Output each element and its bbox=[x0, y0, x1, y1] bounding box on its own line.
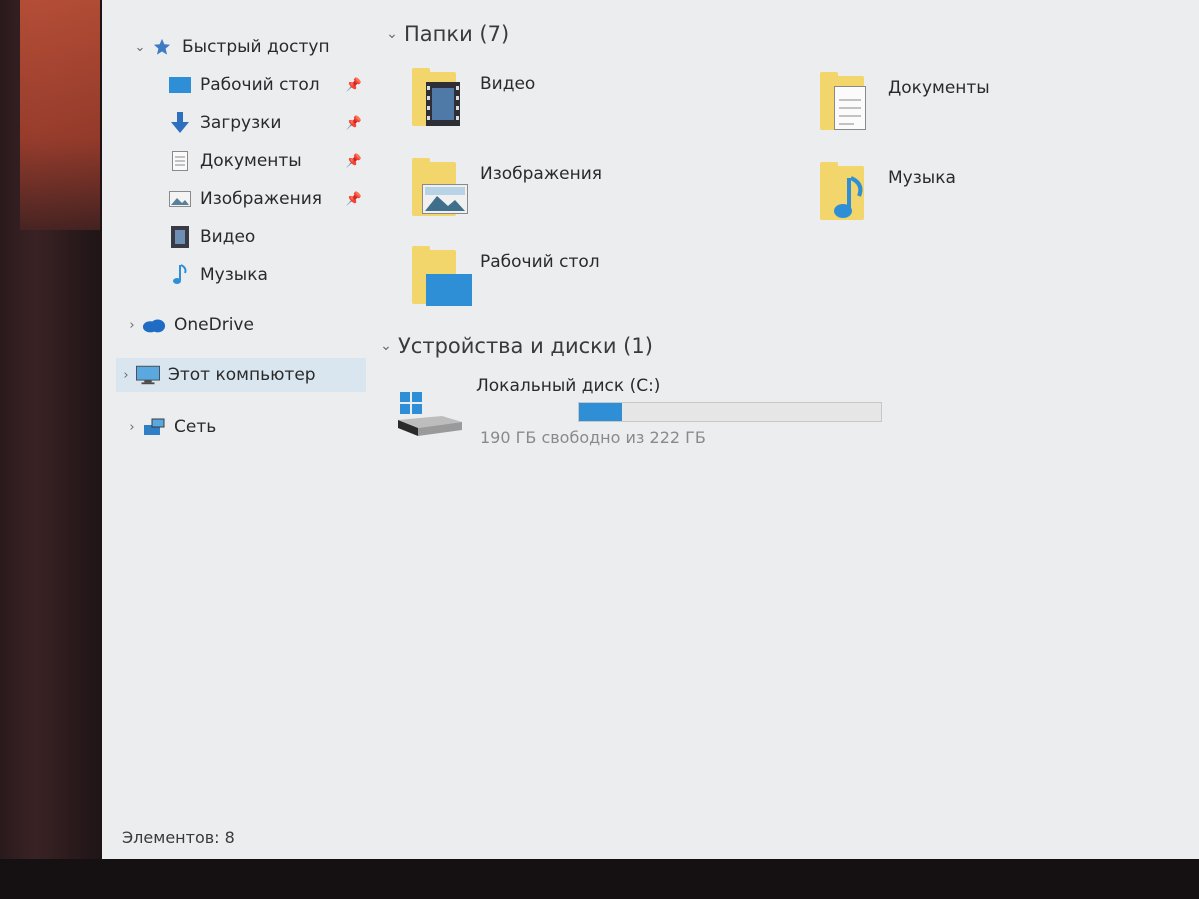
nav-label: Рабочий стол bbox=[200, 75, 320, 95]
folder-icon bbox=[412, 246, 472, 306]
drive-icon bbox=[398, 376, 466, 440]
nav-this-pc[interactable]: › Этот компьютер bbox=[116, 358, 366, 392]
nav-label: Сеть bbox=[174, 417, 217, 437]
drive-usage-bar bbox=[578, 402, 882, 422]
chevron-down-icon[interactable]: ⌄ bbox=[380, 26, 404, 42]
nav-label: Видео bbox=[200, 227, 256, 247]
folder-label: Рабочий стол bbox=[480, 252, 600, 272]
pin-icon[interactable]: 📌 bbox=[346, 154, 362, 169]
folder-icon bbox=[820, 162, 868, 220]
nav-item-pictures[interactable]: Изображения 📌 bbox=[168, 182, 368, 216]
nav-item-videos[interactable]: Видео bbox=[168, 220, 368, 254]
chevron-right-icon[interactable]: › bbox=[122, 420, 142, 435]
nav-item-documents[interactable]: Документы 📌 bbox=[168, 144, 368, 178]
document-icon bbox=[834, 86, 866, 134]
nav-label: Изображения bbox=[200, 189, 323, 209]
nav-label: Этот компьютер bbox=[168, 365, 316, 385]
drive-usage-fill bbox=[579, 403, 623, 421]
nav-label: Документы bbox=[200, 151, 302, 171]
computer-icon bbox=[136, 365, 160, 385]
group-title: Устройства и диски (1) bbox=[398, 334, 653, 358]
folder-icon bbox=[820, 72, 868, 130]
chevron-down-icon[interactable]: ⌄ bbox=[130, 40, 150, 55]
pin-icon[interactable]: 📌 bbox=[346, 78, 362, 93]
status-bar-item-count: Элементов: 8 bbox=[122, 828, 235, 847]
folder-tile-pictures[interactable]: Изображения bbox=[412, 158, 602, 216]
folder-tile-documents[interactable]: Документы bbox=[820, 72, 990, 130]
folder-label: Музыка bbox=[888, 168, 956, 188]
nav-item-music[interactable]: Музыка bbox=[168, 258, 368, 292]
network-icon bbox=[142, 417, 166, 437]
nav-label: OneDrive bbox=[174, 315, 254, 335]
folder-icon bbox=[412, 158, 468, 216]
nav-label: Загрузки bbox=[200, 113, 282, 133]
drive-free-text: 190 ГБ свободно из 222 ГБ bbox=[480, 428, 706, 447]
nav-quick-access[interactable]: ⌄ Быстрый доступ bbox=[130, 30, 398, 64]
background-bottom bbox=[0, 859, 1199, 899]
pin-icon[interactable]: 📌 bbox=[346, 192, 362, 207]
nav-item-desktop[interactable]: Рабочий стол 📌 bbox=[168, 68, 368, 102]
nav-label: Быстрый доступ bbox=[182, 37, 330, 57]
folder-label: Изображения bbox=[480, 164, 603, 184]
folder-label: Видео bbox=[480, 74, 536, 94]
explorer-window: ⌄ Быстрый доступ Рабочий стол 📌 Загрузки… bbox=[102, 0, 1199, 860]
music-icon bbox=[834, 176, 864, 224]
cloud-icon bbox=[142, 315, 166, 335]
chevron-down-icon[interactable]: ⌄ bbox=[374, 338, 398, 354]
video-icon bbox=[426, 82, 460, 130]
drive-label: Локальный диск (C:) bbox=[476, 376, 661, 396]
download-icon bbox=[168, 112, 192, 133]
desktop-icon bbox=[426, 274, 472, 310]
nav-onedrive[interactable]: › OneDrive bbox=[122, 308, 390, 342]
image-icon bbox=[168, 189, 192, 209]
desktop-icon bbox=[168, 75, 192, 95]
folder-tile-desktop[interactable]: Рабочий стол bbox=[412, 246, 600, 306]
folder-icon bbox=[412, 68, 460, 126]
star-icon bbox=[150, 37, 174, 57]
video-icon bbox=[168, 226, 192, 248]
document-icon bbox=[168, 151, 192, 171]
nav-label: Музыка bbox=[200, 265, 268, 285]
folder-label: Документы bbox=[888, 78, 990, 98]
chevron-right-icon[interactable]: › bbox=[122, 318, 142, 333]
group-header-folders[interactable]: ⌄ Папки (7) bbox=[380, 22, 509, 46]
pin-icon[interactable]: 📌 bbox=[346, 116, 362, 131]
background-glow bbox=[20, 0, 100, 230]
nav-item-downloads[interactable]: Загрузки 📌 bbox=[168, 106, 368, 140]
music-icon bbox=[168, 264, 192, 285]
navigation-pane: ⌄ Быстрый доступ Рабочий стол 📌 Загрузки… bbox=[102, 0, 370, 820]
image-icon bbox=[422, 184, 468, 218]
group-header-devices[interactable]: ⌄ Устройства и диски (1) bbox=[374, 334, 653, 358]
chevron-right-icon[interactable]: › bbox=[116, 368, 136, 383]
background-left bbox=[0, 0, 102, 899]
folder-tile-videos[interactable]: Видео bbox=[412, 68, 535, 126]
group-title: Папки (7) bbox=[404, 22, 510, 46]
nav-network[interactable]: › Сеть bbox=[122, 410, 390, 444]
folder-tile-music[interactable]: Музыка bbox=[820, 162, 956, 220]
